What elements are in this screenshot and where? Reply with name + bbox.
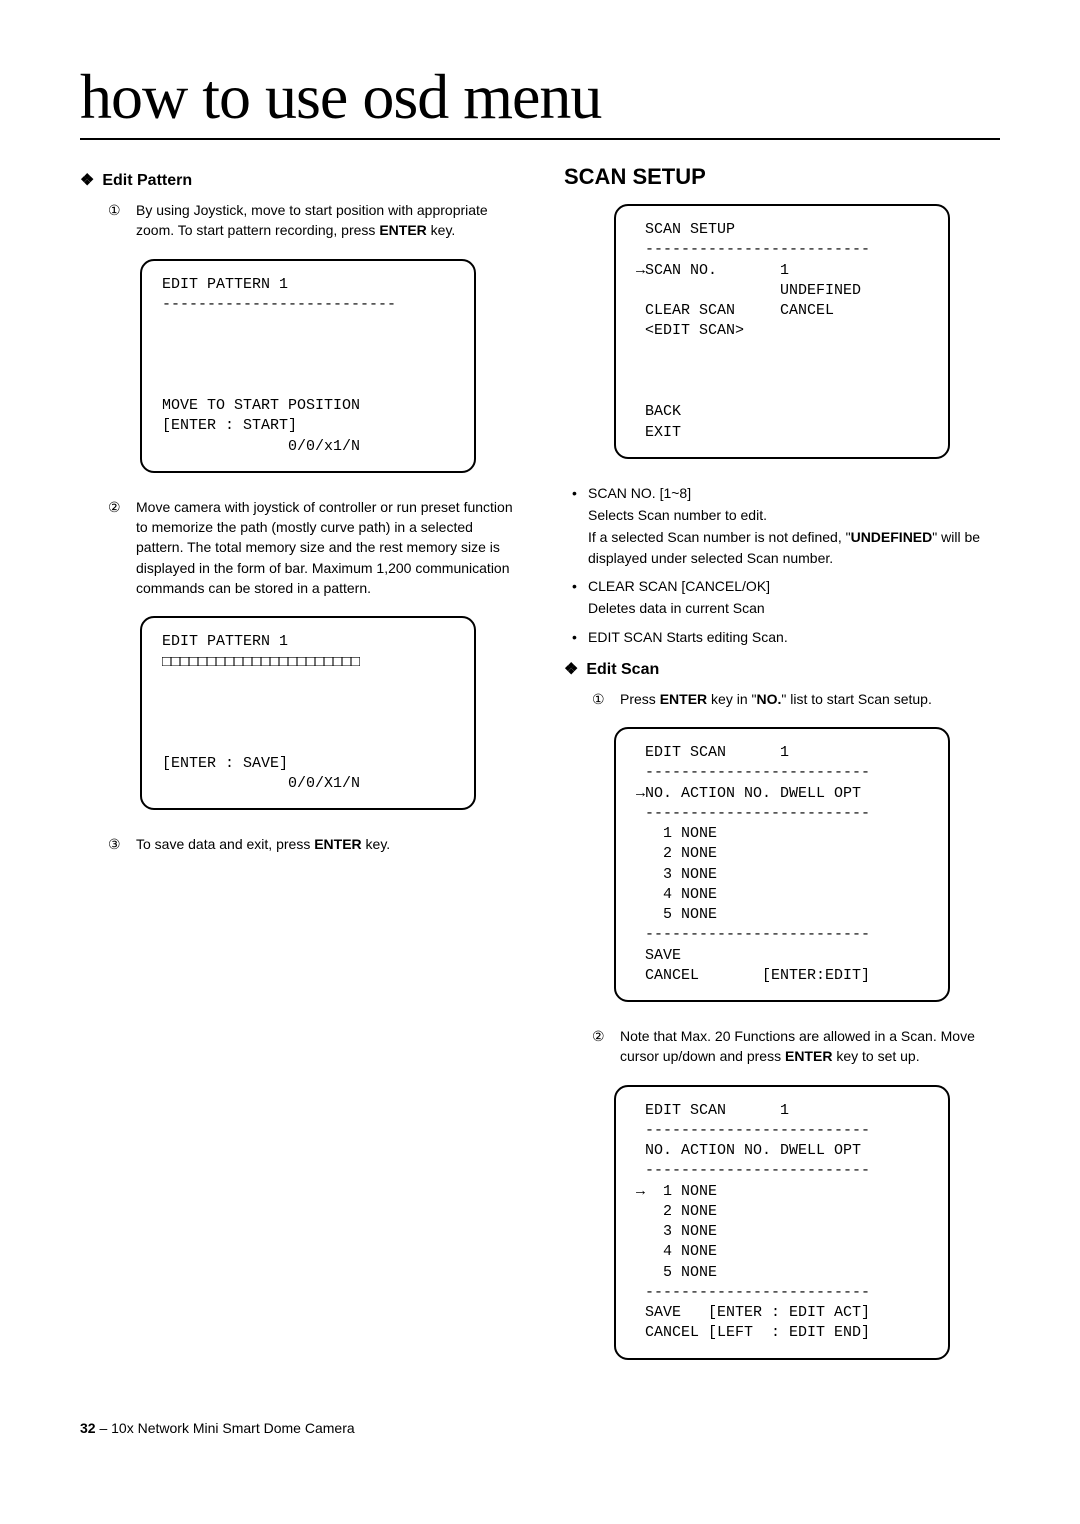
undef-bold: UNDEFINED [851,529,933,545]
es1-c: key in " [707,691,756,707]
osd2-l2: □□□□□□□□□□□□□□□□□□□□□□ [162,654,360,671]
osd5-l9: 5 NONE [636,1264,717,1281]
es1-a: Press [620,691,660,707]
osd4-l3: →NO. ACTION NO. DWELL OPT [636,785,861,802]
enter-bold: ENTER [379,222,426,238]
es1-d: NO. [756,691,781,707]
step-3: To save data and exit, press ENTER key. [136,834,516,854]
step-1-text-b: key. [427,222,456,238]
osd4-l1: EDIT SCAN 1 [636,744,789,761]
osd4-l8: 4 NONE [636,886,717,903]
osd3-l5: CLEAR SCAN CANCEL [636,302,834,319]
es1-b: ENTER [660,691,707,707]
step-2-text: Move camera with joystick of controller … [136,499,513,596]
bullet-scan-no-l2: If a selected Scan number is not defined… [588,527,1000,568]
edit-scan-heading: Edit Scan [564,659,1000,679]
step-2: Move camera with joystick of controller … [136,497,516,598]
bullet-edit-scan: EDIT SCAN Starts editing Scan. [572,627,1000,647]
es1-e: " list to start Scan setup. [781,691,931,707]
undef-a: If a selected Scan number is not defined… [588,529,851,545]
scan-setup-heading: SCAN SETUP [564,164,1000,190]
osd1-l3: MOVE TO START POSITION [162,397,360,414]
two-column-layout: Edit Pattern By using Joystick, move to … [80,164,1000,1384]
osd1-l2: -------------------------- [162,296,396,313]
osd-edit-pattern-2: EDIT PATTERN 1 □□□□□□□□□□□□□□□□□□□□□□ [E… [140,616,476,810]
osd5-l12: CANCEL [LEFT : EDIT END] [636,1324,870,1341]
bullet-scan-no-l1: Selects Scan number to edit. [588,505,1000,525]
page-footer: 32 – 10x Network Mini Smart Dome Camera [80,1420,1000,1436]
bullet-clear-scan-l1: Deletes data in current Scan [588,598,1000,618]
osd5-l5: → 1 NONE [636,1183,717,1200]
edit-pattern-heading: Edit Pattern [80,170,516,190]
osd4-l11: SAVE [636,947,681,964]
osd1-l5: 0/0/x1/N [162,438,360,455]
osd5-l3: NO. ACTION NO. DWELL OPT [636,1142,861,1159]
osd5-l7: 3 NONE [636,1223,717,1240]
edit-pattern-steps-2: Move camera with joystick of controller … [80,497,516,598]
osd1-l1: EDIT PATTERN 1 [162,276,288,293]
edit-pattern-steps-3: To save data and exit, press ENTER key. [80,834,516,854]
osd1-l4: [ENTER : START] [162,417,297,434]
bullet-edit-scan-title: EDIT SCAN Starts editing Scan. [588,629,788,645]
osd3-l6: <EDIT SCAN> [636,322,744,339]
page-title: how to use osd menu [80,60,1000,140]
es-step-2: Note that Max. 20 Functions are allowed … [620,1026,1000,1067]
osd3-l4: UNDEFINED [636,282,861,299]
page-number: 32 [80,1420,96,1436]
osd4-l9: 5 NONE [636,906,717,923]
osd5-l2: ------------------------- [636,1122,870,1139]
osd5-l8: 4 NONE [636,1243,717,1260]
osd5-l11: SAVE [ENTER : EDIT ACT] [636,1304,870,1321]
scan-setup-bullets: SCAN NO. [1~8] Selects Scan number to ed… [564,483,1000,647]
osd5-l10: ------------------------- [636,1284,870,1301]
osd3-l8: EXIT [636,424,681,441]
osd4-l4: ------------------------- [636,805,870,822]
osd4-l12: CANCEL [ENTER:EDIT] [636,967,870,984]
bullet-clear-scan: CLEAR SCAN [CANCEL/OK] Deletes data in c… [572,576,1000,619]
osd4-l5: 1 NONE [636,825,717,842]
osd2-l3: [ENTER : SAVE] [162,755,288,772]
osd4-l2: ------------------------- [636,764,870,781]
bullet-clear-scan-title: CLEAR SCAN [CANCEL/OK] [588,578,770,594]
enter-bold-2: ENTER [314,836,361,852]
osd2-l1: EDIT PATTERN 1 [162,633,288,650]
osd3-l2: ------------------------- [636,241,870,258]
bullet-scan-no-title: SCAN NO. [1~8] [588,485,691,501]
osd-edit-pattern-1: EDIT PATTERN 1 -------------------------… [140,259,476,473]
osd2-l4: 0/0/X1/N [162,775,360,792]
osd5-l4: ------------------------- [636,1162,870,1179]
step-1: By using Joystick, move to start positio… [136,200,516,241]
es-step-1: Press ENTER key in "NO." list to start S… [620,689,1000,709]
bullet-scan-no: SCAN NO. [1~8] Selects Scan number to ed… [572,483,1000,568]
edit-pattern-steps: By using Joystick, move to start positio… [80,200,516,241]
right-column: SCAN SETUP SCAN SETUP ------------------… [564,164,1000,1384]
step-3-text-b: key. [362,836,391,852]
footer-text: – 10x Network Mini Smart Dome Camera [96,1420,355,1436]
step-3-text-a: To save data and exit, press [136,836,314,852]
osd4-l7: 3 NONE [636,866,717,883]
edit-scan-steps-2: Note that Max. 20 Functions are allowed … [564,1026,1000,1067]
osd3-l7: BACK [636,403,681,420]
osd5-l1: EDIT SCAN 1 [636,1102,789,1119]
left-column: Edit Pattern By using Joystick, move to … [80,164,516,1384]
osd-edit-scan-2: EDIT SCAN 1 ------------------------- NO… [614,1085,950,1360]
osd3-l1: SCAN SETUP [636,221,735,238]
es2-b: ENTER [785,1048,832,1064]
es2-c: key to set up. [832,1048,919,1064]
osd-edit-scan-1: EDIT SCAN 1 ------------------------- →N… [614,727,950,1002]
osd-scan-setup: SCAN SETUP ------------------------- →SC… [614,204,950,459]
osd4-l6: 2 NONE [636,845,717,862]
osd4-l10: ------------------------- [636,926,870,943]
osd3-l3: →SCAN NO. 1 [636,262,789,279]
osd5-l6: 2 NONE [636,1203,717,1220]
edit-scan-steps: Press ENTER key in "NO." list to start S… [564,689,1000,709]
